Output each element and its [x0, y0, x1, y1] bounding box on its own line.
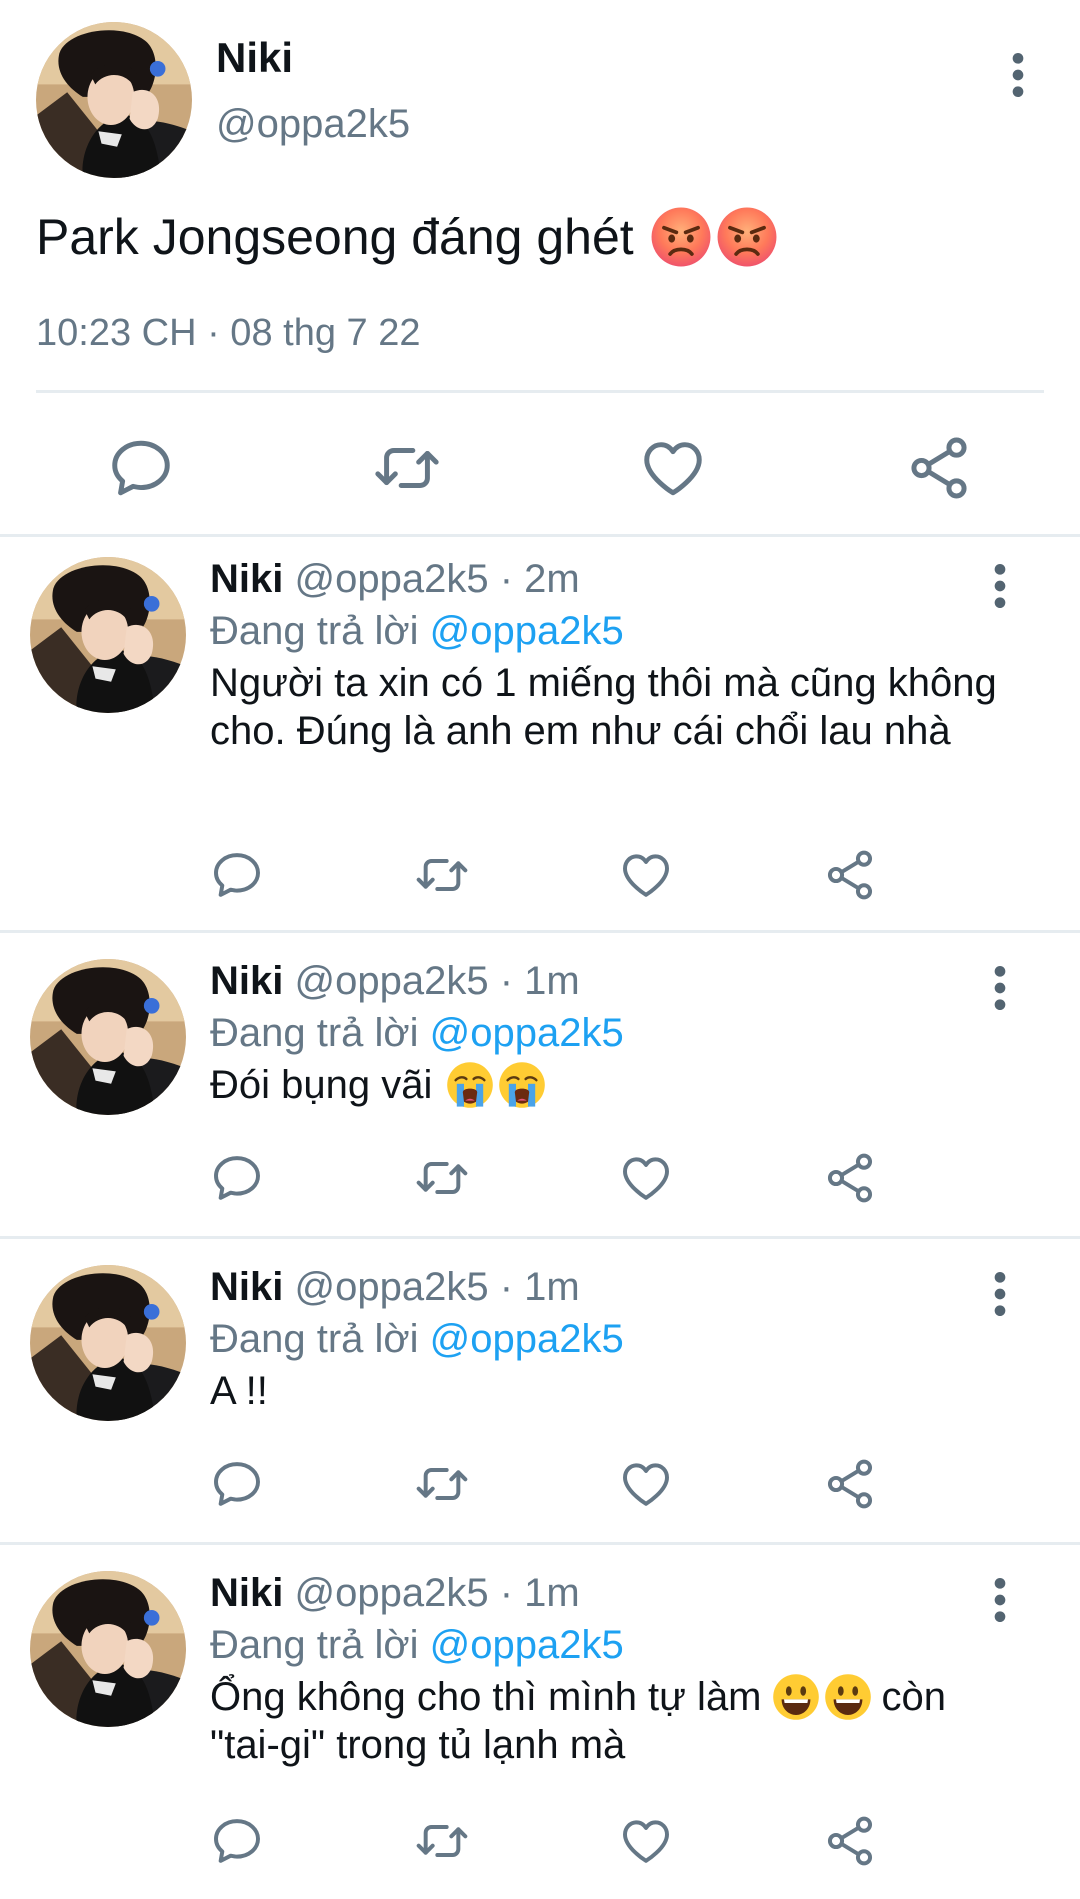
emoji-row: [772, 1673, 872, 1721]
replying-to-label: Đang trả lời: [210, 609, 419, 653]
reply-icon[interactable]: [209, 1150, 265, 1206]
retweet-icon[interactable]: [414, 1456, 470, 1512]
share-icon[interactable]: [904, 433, 974, 503]
retweet-icon[interactable]: [414, 847, 470, 903]
reply-text: Người ta xin có 1 miếng thôi mà cũng khô…: [210, 661, 997, 753]
reply-tweet[interactable]: Niki @oppa2k5 · 1m Đang trả lời @oppa2k5…: [0, 1551, 1080, 1899]
author-handle[interactable]: @oppa2k5: [294, 959, 488, 1003]
reply-header: Niki @oppa2k5 · 1m: [210, 1571, 580, 1616]
reply-time: · 2m: [499, 557, 580, 601]
divider: [36, 390, 1044, 393]
replying-to: Đang trả lời @oppa2k5: [210, 1011, 624, 1056]
divider: [0, 1542, 1080, 1545]
reply-text: A !!: [210, 1369, 268, 1413]
avatar[interactable]: [30, 959, 186, 1115]
replying-to: Đang trả lời @oppa2k5: [210, 1623, 624, 1668]
tweet-action-bar: [0, 1456, 1080, 1516]
reply-tweet[interactable]: Niki @oppa2k5 · 1m Đang trả lời @oppa2k5…: [0, 1245, 1080, 1541]
avatar[interactable]: [30, 557, 186, 713]
author-handle[interactable]: @oppa2k5: [294, 557, 488, 601]
more-options-icon[interactable]: [982, 561, 1018, 611]
share-icon[interactable]: [822, 1813, 878, 1869]
reply-tweet[interactable]: Niki @oppa2k5 · 2m Đang trả lời @oppa2k5…: [0, 537, 1080, 930]
tweet-action-bar: [0, 1150, 1080, 1210]
author-name[interactable]: Niki: [210, 1571, 283, 1615]
more-options-icon[interactable]: [982, 1269, 1018, 1319]
like-icon[interactable]: [638, 433, 708, 503]
reply-header: Niki @oppa2k5 · 1m: [210, 959, 580, 1004]
mention-link[interactable]: @oppa2k5: [430, 1317, 624, 1361]
reply-tweet[interactable]: Niki @oppa2k5 · 1m Đang trả lời @oppa2k5…: [0, 939, 1080, 1235]
replying-to: Đang trả lời @oppa2k5: [210, 609, 624, 654]
like-icon[interactable]: [618, 1813, 674, 1869]
retweet-icon[interactable]: [372, 433, 442, 503]
mention-link[interactable]: @oppa2k5: [430, 1011, 624, 1055]
author-name[interactable]: Niki: [210, 557, 283, 601]
author-name[interactable]: Niki: [216, 34, 293, 82]
reply-text-container: Ổng không cho thì mình tự làm còn "tai-g…: [210, 1673, 1010, 1769]
mention-link[interactable]: @oppa2k5: [430, 1623, 624, 1667]
share-icon[interactable]: [822, 1150, 878, 1206]
reply-icon[interactable]: [106, 433, 176, 503]
reply-icon[interactable]: [209, 1813, 265, 1869]
angry-face-emoji: [716, 206, 778, 268]
avatar[interactable]: [30, 1265, 186, 1421]
reply-text: Ổng không cho thì mình tự làm: [210, 1675, 762, 1719]
replying-to-label: Đang trả lời: [210, 1623, 419, 1667]
author-name[interactable]: Niki: [210, 959, 283, 1003]
reply-time: · 1m: [499, 1265, 580, 1309]
tweet-action-bar: [0, 1813, 1080, 1873]
divider: [0, 1236, 1080, 1239]
like-icon[interactable]: [618, 847, 674, 903]
reply-icon[interactable]: [209, 1456, 265, 1512]
retweet-icon[interactable]: [414, 1150, 470, 1206]
reply-time: · 1m: [499, 959, 580, 1003]
author-name[interactable]: Niki: [210, 1265, 283, 1309]
crying-face-emoji: [498, 1061, 546, 1109]
reply-icon[interactable]: [209, 847, 265, 903]
avatar[interactable]: [30, 1571, 186, 1727]
reply-text-line: Ổng không cho thì mình tự làm còn: [210, 1673, 1010, 1721]
more-options-icon[interactable]: [982, 963, 1018, 1013]
crying-face-emoji: [446, 1061, 494, 1109]
author-handle[interactable]: @oppa2k5: [294, 1265, 488, 1309]
grinning-face-emoji: [772, 1673, 820, 1721]
tweet-text-container: Park Jongseong đáng ghét: [36, 206, 778, 268]
tweet-text: Park Jongseong đáng ghét: [36, 209, 634, 265]
avatar[interactable]: [36, 22, 192, 178]
replying-to-label: Đang trả lời: [210, 1011, 419, 1055]
tweet-action-bar: [0, 847, 1080, 907]
replying-to-label: Đang trả lời: [210, 1317, 419, 1361]
share-icon[interactable]: [822, 1456, 878, 1512]
reply-text: Đói bụng vãi: [210, 1063, 433, 1107]
retweet-icon[interactable]: [414, 1813, 470, 1869]
reply-text: "tai-gi" trong tủ lạnh mà: [210, 1723, 626, 1767]
divider: [0, 930, 1080, 933]
tweet-timestamp: 10:23 CH · 08 thg 7 22: [36, 312, 421, 354]
reply-header: Niki @oppa2k5 · 2m: [210, 557, 580, 602]
tweet-action-bar: [0, 425, 1080, 505]
more-options-icon[interactable]: [982, 1575, 1018, 1625]
grinning-face-emoji: [824, 1673, 872, 1721]
angry-face-emoji: [650, 206, 712, 268]
replying-to: Đang trả lời @oppa2k5: [210, 1317, 624, 1362]
main-tweet: Niki @oppa2k5 Park Jongseong đáng ghét 1…: [0, 0, 1080, 536]
share-icon[interactable]: [822, 847, 878, 903]
like-icon[interactable]: [618, 1150, 674, 1206]
more-options-icon[interactable]: [1000, 50, 1036, 100]
author-handle[interactable]: @oppa2k5: [294, 1571, 488, 1615]
reply-time: · 1m: [499, 1571, 580, 1615]
emoji-row: [650, 206, 778, 268]
author-handle[interactable]: @oppa2k5: [216, 102, 410, 147]
mention-link[interactable]: @oppa2k5: [430, 609, 624, 653]
reply-text-container: Đói bụng vãi: [210, 1061, 1010, 1109]
reply-text: còn: [881, 1675, 947, 1719]
reply-header: Niki @oppa2k5 · 1m: [210, 1265, 580, 1310]
emoji-row: [446, 1061, 546, 1109]
like-icon[interactable]: [618, 1456, 674, 1512]
